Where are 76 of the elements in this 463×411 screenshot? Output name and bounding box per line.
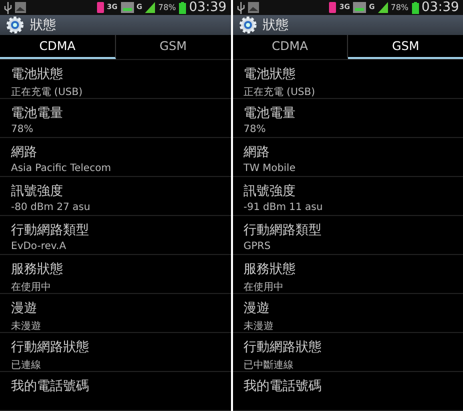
row-title: 行動網路狀態	[11, 339, 90, 356]
usb-icon	[4, 2, 12, 14]
row-title: 網路	[11, 144, 38, 161]
tab[interactable]: GSM	[348, 35, 463, 59]
row-value: -91 dBm 11 asu	[244, 202, 324, 213]
picture-icon	[248, 2, 258, 13]
battery-percent: 78%	[390, 3, 409, 12]
row-title: 行動網路狀態	[244, 339, 322, 356]
status-row[interactable]: 行動網路狀態 已中斷連線	[232, 333, 463, 372]
settings-icon	[6, 16, 24, 34]
row-title: 訊號強度	[244, 183, 296, 200]
row-title: 電池狀態	[244, 66, 296, 83]
status-row[interactable]: 電池狀態 正在充電 (USB)	[232, 60, 463, 99]
row-title: 我的電話號碼	[11, 378, 90, 395]
row-value: 未漫遊	[244, 320, 274, 333]
clock: 03:39	[422, 0, 459, 15]
data-signal-icon	[120, 2, 134, 13]
row-title: 電池電量	[11, 105, 64, 122]
battery-percent: 78%	[158, 3, 176, 12]
row-title: 服務狀態	[11, 261, 64, 278]
row-title: 漫遊	[11, 300, 38, 317]
status-row[interactable]: 服務狀態 在使用中	[0, 255, 230, 294]
row-value: Asia Pacific Telecom	[11, 163, 112, 174]
row-title: 訊號強度	[11, 183, 64, 200]
row-value: 未漫遊	[11, 320, 42, 333]
row-value: 已連線	[11, 358, 42, 372]
battery-icon	[179, 2, 186, 14]
tab[interactable]: GSM	[116, 35, 230, 59]
tab[interactable]: CDMA	[0, 35, 116, 59]
status-row[interactable]: 電池狀態 正在充電 (USB)	[0, 60, 230, 99]
status-row[interactable]: 行動網路狀態 已連線	[0, 333, 230, 372]
row-title: 行動網路類型	[11, 222, 90, 239]
signal-icon	[378, 2, 388, 13]
battery-icon	[412, 2, 419, 14]
status-row[interactable]: 網路 TW Mobile	[232, 138, 463, 177]
sim-card-icon	[96, 2, 104, 13]
status-row[interactable]: 服務狀態 在使用中	[232, 255, 463, 294]
row-value: TW Mobile	[244, 163, 296, 174]
data-signal-icon	[353, 2, 366, 13]
usb-icon	[236, 2, 244, 14]
row-title: 網路	[244, 144, 270, 161]
status-row[interactable]: 我的電話號碼	[232, 372, 463, 411]
screen-title: 狀態	[30, 17, 56, 34]
row-value: 在使用中	[244, 280, 284, 294]
status-row[interactable]: 漫遊 未漫遊	[0, 294, 230, 333]
tab[interactable]: CDMA	[232, 35, 348, 59]
row-title: 電池狀態	[11, 66, 64, 83]
row-title: 電池電量	[244, 105, 296, 122]
row-title: 漫遊	[244, 300, 270, 317]
row-value: GPRS	[244, 241, 272, 252]
row-title: 行動網路類型	[244, 222, 322, 239]
status-row[interactable]: 行動網路類型 EvDo-rev.A	[0, 216, 230, 255]
row-value: 在使用中	[11, 280, 52, 294]
status-row[interactable]: 網路 Asia Pacific Telecom	[0, 138, 230, 177]
picture-icon	[15, 2, 26, 13]
status-row[interactable]: 訊號強度 -91 dBm 11 asu	[232, 177, 463, 216]
status-row[interactable]: 我的電話號碼	[0, 372, 230, 411]
row-title: 我的電話號碼	[244, 378, 322, 395]
clock: 03:39	[189, 0, 226, 15]
signal-icon	[145, 2, 156, 13]
row-value: 正在充電 (USB)	[244, 86, 316, 99]
row-value: -80 dBm 27 asu	[11, 202, 92, 213]
row-value: 正在充電 (USB)	[11, 86, 84, 99]
status-row[interactable]: 訊號強度 -80 dBm 27 asu	[0, 177, 230, 216]
status-row[interactable]: 漫遊 未漫遊	[232, 294, 463, 333]
status-row[interactable]: 電池電量 78%	[0, 99, 230, 138]
row-value: 78%	[244, 124, 267, 135]
row-title: 服務狀態	[244, 261, 296, 278]
status-row[interactable]: 行動網路類型 GPRS	[232, 216, 463, 255]
row-value: 78%	[11, 124, 34, 135]
sim-card-icon	[329, 2, 336, 13]
row-value: EvDo-rev.A	[11, 241, 68, 252]
screen-title: 狀態	[262, 17, 288, 34]
status-row[interactable]: 電池電量 78%	[232, 99, 463, 138]
row-value: 已中斷連線	[244, 358, 294, 372]
settings-icon	[238, 16, 256, 34]
